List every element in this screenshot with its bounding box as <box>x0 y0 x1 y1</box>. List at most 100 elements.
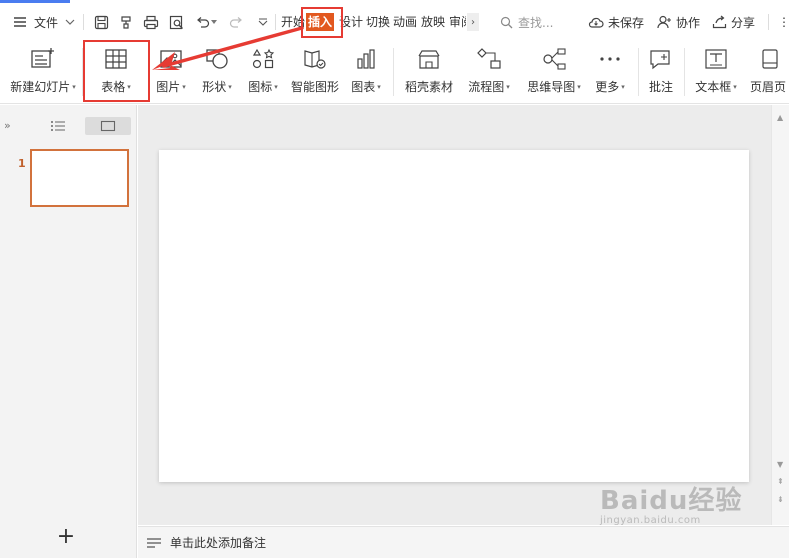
shape-icon <box>204 46 230 72</box>
caret-down-icon: ▾ <box>182 82 186 91</box>
print-button[interactable] <box>143 12 159 32</box>
next-slide-icon[interactable]: ⇟ <box>777 495 784 504</box>
undo-icon <box>194 14 210 30</box>
tab-slideshow[interactable]: 放映 <box>421 13 445 31</box>
vertical-scrollbar[interactable]: ▲ ▼ ⇞ ⇟ <box>771 105 789 525</box>
printer-icon <box>143 14 159 30</box>
share-icon <box>711 14 727 30</box>
flowchart-button[interactable]: 流程图 ▾ <box>466 44 512 100</box>
textbox-icon <box>703 46 729 72</box>
slides-panel: » 1 + <box>0 105 137 558</box>
slide-thumbnail[interactable] <box>30 149 129 207</box>
caret-down-icon: ▾ <box>621 82 625 91</box>
notes-bar[interactable]: 单击此处添加备注 <box>138 526 789 558</box>
top-toolbar: 文件 开始 插入 设计 切换 动画 放映 审 › 查找... 未保存 协作 分享… <box>0 0 789 42</box>
mindmap-button[interactable]: 思维导图 ▾ <box>524 44 584 100</box>
quick-access-dropdown[interactable] <box>255 12 271 32</box>
user-plus-icon <box>656 14 672 30</box>
caret-down-icon: ▾ <box>506 82 510 91</box>
icon-button[interactable]: 图标 ▾ <box>245 44 281 100</box>
unsaved-status-button[interactable]: 未保存 <box>588 12 644 32</box>
caret-down-icon: ▾ <box>228 82 232 91</box>
format-painter-icon <box>118 14 134 30</box>
icons-icon <box>250 46 276 72</box>
caret-down-icon: ▾ <box>72 82 76 91</box>
comment-label: 批注 <box>648 80 673 94</box>
editing-canvas <box>138 105 771 525</box>
daoke-material-label: 稻壳素材 <box>404 80 453 94</box>
slides-view-button[interactable] <box>85 117 131 135</box>
collaborate-label: 协作 <box>676 15 701 30</box>
prev-slide-icon[interactable]: ⇞ <box>777 477 784 486</box>
ribbon-divider <box>684 48 685 96</box>
search-icon <box>498 14 514 30</box>
collapse-panel-icon[interactable]: » <box>4 119 11 132</box>
store-icon <box>416 46 442 72</box>
more-options-button[interactable]: ⋮ <box>778 12 789 32</box>
daoke-material-button[interactable]: 稻壳素材 <box>403 44 455 100</box>
table-button-annotation-box <box>83 40 150 102</box>
more-button[interactable]: 更多 ▾ <box>592 44 628 100</box>
scroll-up-icon[interactable]: ▲ <box>777 113 783 122</box>
picture-icon <box>158 46 184 72</box>
share-button[interactable]: 分享 <box>711 12 755 32</box>
print-preview-button[interactable] <box>168 12 184 32</box>
slide-thumbnail-icon <box>100 120 116 132</box>
save-button[interactable] <box>93 12 109 32</box>
more-label: 更多 <box>595 80 620 94</box>
shape-label: 形状 <box>202 80 227 94</box>
notes-icon <box>147 537 161 548</box>
picture-button[interactable]: 图片 ▾ <box>155 44 187 100</box>
tab-review[interactable]: 审阅 <box>449 13 466 31</box>
caret-down-icon: ▾ <box>733 82 737 91</box>
window-accent-line <box>0 0 70 3</box>
new-slide-button[interactable]: 新建幻灯片 ▾ <box>8 44 78 100</box>
new-slide-label: 新建幻灯片 <box>10 80 71 94</box>
comment-icon <box>648 46 674 72</box>
file-menu-button[interactable]: 文件 <box>12 12 78 32</box>
chart-button[interactable]: 图表 ▾ <box>349 44 383 100</box>
redo-button[interactable] <box>228 12 244 32</box>
chevron-down-icon <box>255 14 271 30</box>
scroll-down-icon[interactable]: ▼ <box>777 460 783 469</box>
new-slide-icon <box>30 46 56 72</box>
save-icon <box>93 14 109 30</box>
header-footer-label: 页眉页 <box>750 80 787 94</box>
cloud-icon <box>588 14 604 30</box>
unsaved-label: 未保存 <box>608 15 645 30</box>
add-slide-button[interactable]: + <box>56 526 76 548</box>
undo-dropdown-icon <box>210 14 218 30</box>
tab-transition[interactable]: 切换 <box>366 13 390 31</box>
header-footer-button[interactable]: 页眉页 <box>750 44 789 100</box>
picture-label: 图片 <box>156 80 181 94</box>
hamburger-icon <box>12 14 28 30</box>
collaborate-button[interactable]: 协作 <box>656 12 700 32</box>
shape-button[interactable]: 形状 ▾ <box>199 44 235 100</box>
smartart-icon <box>302 46 328 72</box>
outline-view-button[interactable] <box>50 119 66 133</box>
caret-down-icon: ▾ <box>377 82 381 91</box>
slide-canvas[interactable] <box>159 150 749 482</box>
slide-number: 1 <box>18 157 26 170</box>
watermark-main: Baidu经验 <box>600 486 743 516</box>
redo-icon <box>228 14 244 30</box>
toolbar-divider <box>83 14 84 30</box>
textbox-label: 文本框 <box>695 80 732 94</box>
comment-button[interactable]: 批注 <box>646 44 676 100</box>
chart-label: 图表 <box>351 80 376 94</box>
undo-button[interactable] <box>194 12 218 32</box>
share-label: 分享 <box>731 15 756 30</box>
tab-animation[interactable]: 动画 <box>393 13 417 31</box>
smartart-button[interactable]: 智能图形 <box>289 44 341 100</box>
mindmap-icon <box>541 46 567 72</box>
search-box[interactable]: 查找... <box>498 12 553 32</box>
baidu-watermark: Baidu经验 jingyan.baidu.com <box>600 480 742 526</box>
format-painter-button[interactable] <box>118 12 134 32</box>
textbox-button[interactable]: 文本框 ▾ <box>692 44 740 100</box>
smartart-label: 智能图形 <box>290 80 339 94</box>
tabs-scroll-right-button[interactable]: › <box>467 13 479 31</box>
bar-chart-icon <box>353 46 379 72</box>
caret-down-icon: ▾ <box>577 82 581 91</box>
notes-placeholder: 单击此处添加备注 <box>170 536 267 550</box>
chevron-right-icon: › <box>471 16 475 28</box>
